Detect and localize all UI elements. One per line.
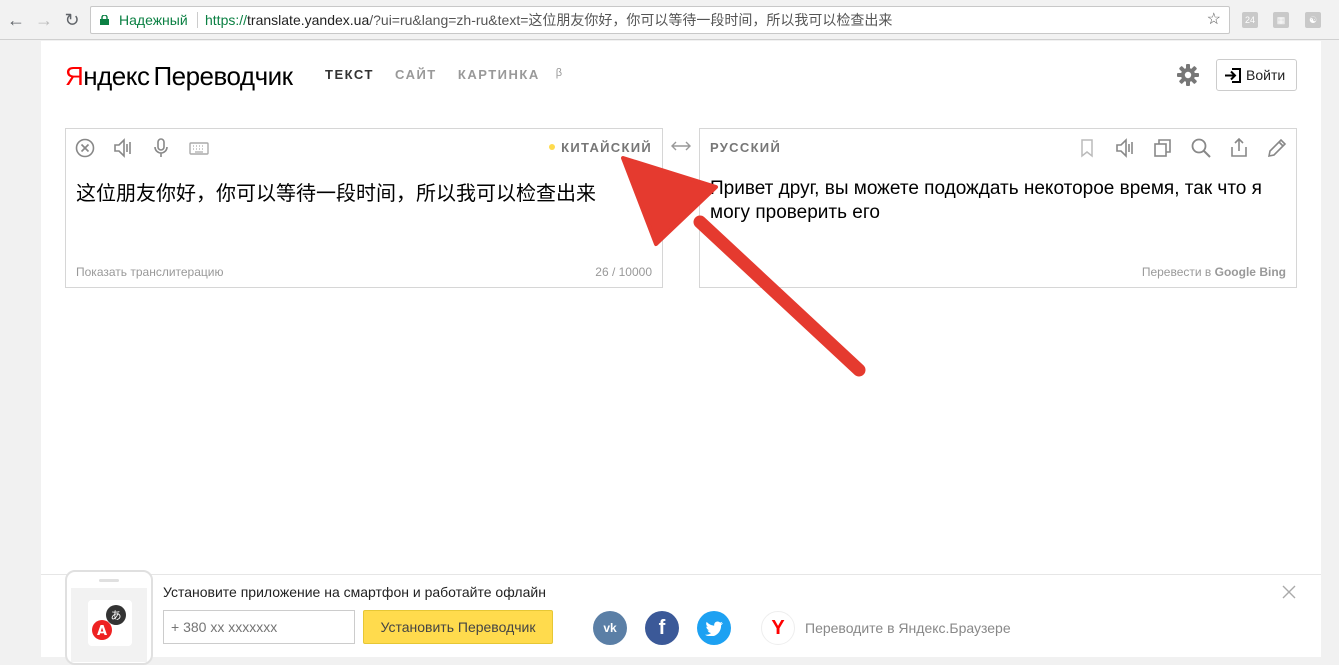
login-label: Войти: [1246, 67, 1286, 83]
phone-speaker: [99, 579, 119, 582]
translate-app-icon: あ A: [88, 600, 132, 646]
target-language-select[interactable]: РУССКИЙ: [710, 140, 781, 155]
edit-pencil-icon[interactable]: [1266, 137, 1288, 159]
target-panel: РУССКИЙ Привет друг, вы можете подождать…: [699, 128, 1297, 288]
app-promo-bar: あ A Установите приложение на смартфон и …: [41, 570, 1321, 665]
tab-text[interactable]: ТЕКСТ: [325, 67, 374, 82]
phone-illustration: あ A: [65, 570, 153, 665]
microphone-icon[interactable]: [150, 137, 172, 159]
yandex-translate-logo[interactable]: Яндекс Переводчик: [65, 61, 293, 92]
tab-image[interactable]: КАРТИНКА β: [458, 67, 578, 82]
url-rest: /?ui=ru&lang=zh-ru&text=这位朋友你好，你可以等待一段时间…: [369, 12, 893, 28]
speaker-icon[interactable]: [1114, 137, 1136, 159]
logo-product: Переводчик: [153, 61, 293, 91]
svg-text:A: A: [97, 624, 107, 639]
reload-icon[interactable]: ↻: [60, 8, 84, 32]
url-text[interactable]: https://translate.yandex.ua/?ui=ru&lang=…: [205, 7, 892, 33]
lock-icon: [100, 15, 109, 25]
login-button[interactable]: Войти: [1216, 59, 1297, 91]
address-bar[interactable]: Надежный https://translate.yandex.ua/?ui…: [90, 6, 1230, 34]
install-app-button[interactable]: Установить Переводчик: [363, 610, 553, 644]
secure-label: Надежный: [119, 12, 188, 28]
bookmark-icon[interactable]: [1076, 137, 1098, 159]
cast-icon[interactable]: ▦: [1273, 12, 1289, 28]
bookmark-star-icon[interactable]: ☆: [1207, 7, 1221, 33]
swap-languages-icon[interactable]: [671, 139, 691, 153]
back-icon[interactable]: ←: [4, 8, 28, 32]
share-icon[interactable]: [1228, 137, 1250, 159]
beta-badge: β: [555, 67, 563, 79]
char-counter: 26 / 10000: [595, 265, 652, 279]
copy-icon[interactable]: [1152, 137, 1174, 159]
translation-text: Привет друг, вы можете подождать некотор…: [710, 178, 1262, 223]
logo-brand-red: Я: [65, 61, 84, 91]
gear-icon[interactable]: [1177, 64, 1199, 86]
vk-share-icon[interactable]: vk: [593, 611, 627, 645]
facebook-share-icon[interactable]: f: [645, 611, 679, 645]
source-text[interactable]: 这位朋友你好，你可以等待一段时间，所以我可以检查出来: [76, 177, 596, 206]
translate-in-label: Перевести в: [1141, 265, 1212, 279]
extension-24-icon[interactable]: 24: [1242, 12, 1258, 28]
twitter-share-icon[interactable]: [697, 611, 731, 645]
search-icon[interactable]: [1190, 137, 1212, 159]
login-icon: [1225, 68, 1241, 83]
promo-title: Установите приложение на смартфон и рабо…: [163, 584, 546, 600]
url-prefix: https://: [205, 12, 248, 28]
source-language-label: КИТАЙСКИЙ: [561, 140, 652, 155]
tab-image-label: КАРТИНКА: [457, 67, 540, 82]
mode-tabs: ТЕКСТ САЙТ КАРТИНКА β: [325, 67, 594, 82]
extension-basket-icon[interactable]: ☯: [1305, 12, 1321, 28]
twitter-bird-icon: [705, 621, 723, 637]
source-language-select[interactable]: КИТАЙСКИЙ: [549, 140, 652, 155]
show-transliteration-link[interactable]: Показать транслитерацию: [76, 265, 223, 279]
logo-brand-rest: ндекс: [83, 61, 150, 91]
url-divider: [197, 12, 198, 28]
phone-number-input[interactable]: [163, 610, 355, 644]
bing-link[interactable]: Bing: [1259, 265, 1286, 279]
phone-screen: あ A: [71, 588, 147, 662]
yandex-browser-icon[interactable]: Y: [761, 611, 795, 645]
forward-icon[interactable]: →: [32, 8, 56, 32]
svg-text:あ: あ: [111, 609, 122, 622]
tab-site[interactable]: САЙТ: [395, 67, 437, 82]
keyboard-icon[interactable]: [188, 137, 210, 159]
yandex-browser-link[interactable]: Переводите в Яндекс.Браузере: [805, 620, 1011, 636]
google-link[interactable]: Google: [1215, 265, 1256, 279]
detected-dot: [549, 144, 556, 150]
browser-toolbar: ← → ↻ Надежный https://translate.yandex.…: [0, 0, 1339, 40]
target-language-label: РУССКИЙ: [710, 140, 782, 155]
clear-icon[interactable]: [74, 137, 96, 159]
close-icon[interactable]: [1281, 584, 1297, 600]
source-panel: КИТАЙСКИЙ 这位朋友你好，你可以等待一段时间，所以我可以检查出来 Пок…: [65, 128, 663, 288]
speaker-icon[interactable]: [112, 137, 134, 159]
url-host: translate.yandex.ua: [247, 12, 370, 28]
translator-page: Яндекс Переводчик ТЕКСТ САЙТ КАРТИНКА β Во…: [41, 41, 1321, 665]
translate-in-links: Перевести в Google Bing: [1142, 265, 1286, 279]
